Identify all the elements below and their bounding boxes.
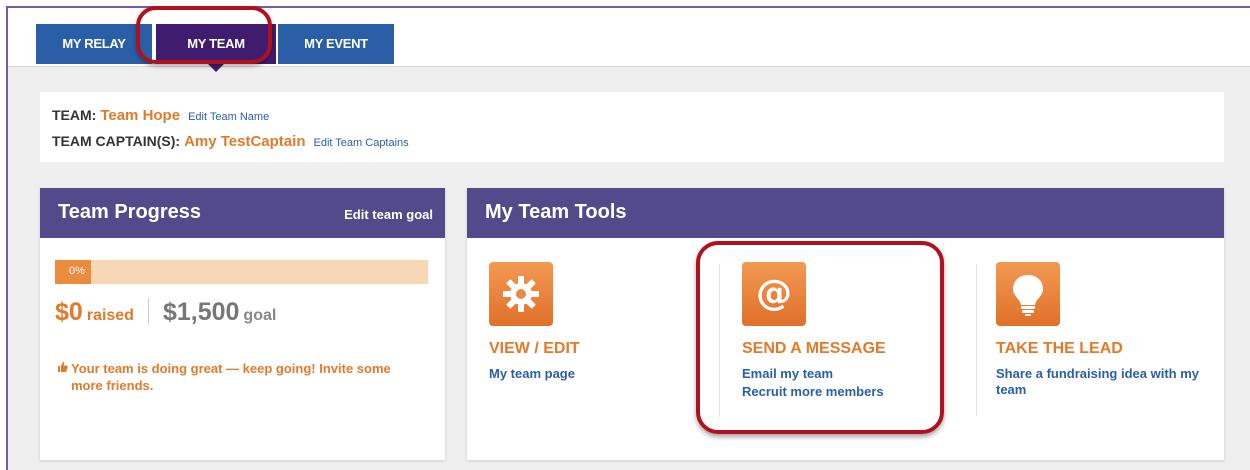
team-tools-title: My Team Tools xyxy=(485,201,627,223)
page-frame: MY RELAY MY TEAM MY EVENT TEAM: Team Hope… xyxy=(6,6,1250,470)
thumbs-up-icon xyxy=(57,360,71,377)
team-progress-header: Team Progress Edit team goal xyxy=(40,188,445,238)
view-edit-title[interactable]: VIEW / EDIT xyxy=(489,340,679,358)
team-name: Team Hope xyxy=(100,107,181,124)
tab-my-event[interactable]: MY EVENT xyxy=(278,24,394,64)
edit-team-goal-link[interactable]: Edit team goal xyxy=(344,207,433,222)
take-the-lead-title[interactable]: TAKE THE LEAD xyxy=(996,340,1211,358)
gear-icon[interactable] xyxy=(489,262,553,326)
team-label: TEAM: xyxy=(52,107,97,123)
encouragement-message: Your team is doing great — keep going! I… xyxy=(57,360,397,394)
team-tools-header: My Team Tools xyxy=(467,188,1224,238)
team-progress-title: Team Progress xyxy=(58,201,202,223)
tab-my-relay[interactable]: MY RELAY xyxy=(36,24,152,64)
lightbulb-icon[interactable] xyxy=(996,262,1060,326)
edit-team-name-link[interactable]: Edit Team Name xyxy=(188,111,269,123)
captain-label: TEAM CAPTAIN(S): xyxy=(52,133,181,149)
tool-take-the-lead: TAKE THE LEAD Share a fundraising idea w… xyxy=(996,262,1211,398)
goal-amount: $1,500 xyxy=(162,298,240,326)
tools-divider xyxy=(976,264,977,416)
team-name-row: TEAM: Team Hope Edit Team Name xyxy=(52,107,269,124)
my-team-page-link[interactable]: My team page xyxy=(489,366,679,382)
progress-bar: 0% xyxy=(55,260,428,284)
highlight-circle-my-team xyxy=(136,6,272,64)
share-fundraising-idea-link[interactable]: Share a fundraising idea with my team xyxy=(996,366,1211,398)
team-captain-row: TEAM CAPTAIN(S): Amy TestCaptain Edit Team… xyxy=(52,133,409,150)
edit-team-captains-link[interactable]: Edit Team Captains xyxy=(313,137,408,149)
tool-view-edit: VIEW / EDIT My team page xyxy=(489,262,679,382)
progress-percent-label: 0% xyxy=(69,265,85,277)
captain-name: Amy TestCaptain xyxy=(184,133,306,150)
amount-divider xyxy=(147,298,149,324)
active-tab-pointer xyxy=(208,64,224,72)
highlight-circle-send-message xyxy=(696,241,944,434)
encouragement-text: Your team is doing great — keep going! I… xyxy=(71,361,391,393)
fundraising-amounts: $0 raised $1,500 goal xyxy=(55,298,276,327)
team-info-box: TEAM: Team Hope Edit Team Name TEAM CAPTAI… xyxy=(40,92,1224,162)
raised-label: raised xyxy=(86,307,134,324)
raised-amount: $0 xyxy=(55,298,83,326)
team-progress-panel: Team Progress Edit team goal 0% $0 raised… xyxy=(40,188,445,460)
goal-label: goal xyxy=(243,307,277,324)
